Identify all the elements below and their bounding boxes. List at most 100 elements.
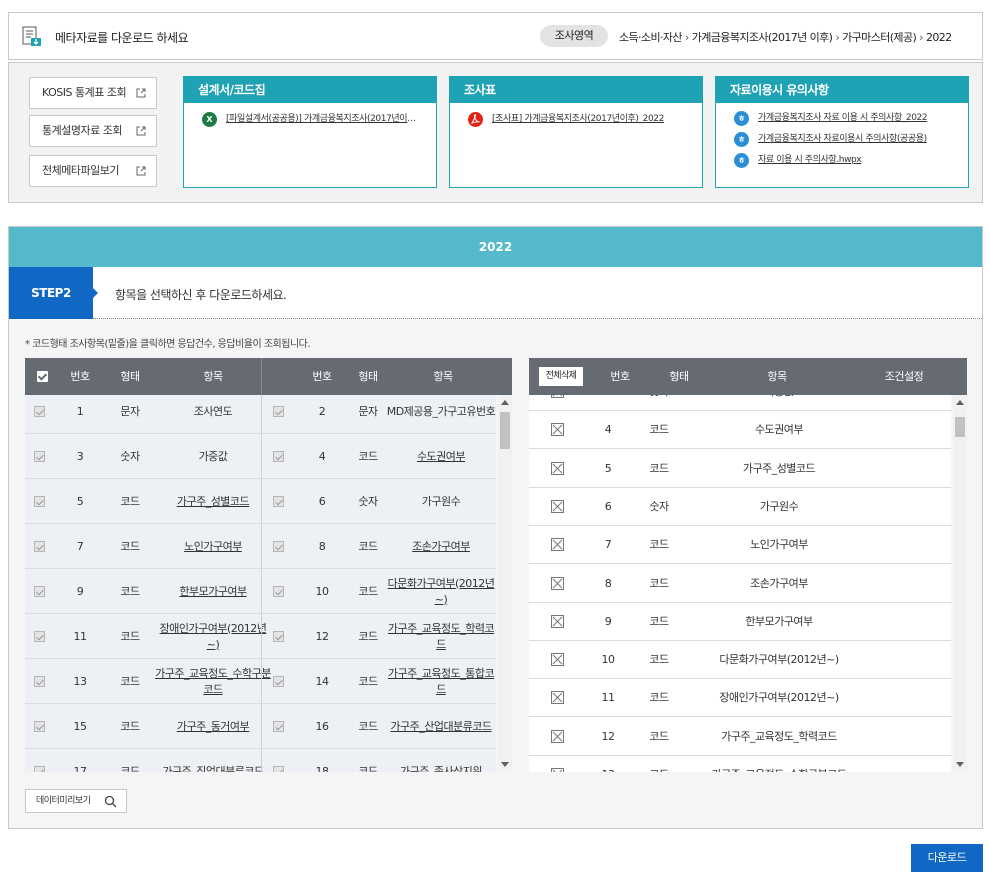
- scroll-up-icon[interactable]: [501, 400, 509, 405]
- item-checkbox[interactable]: [34, 676, 45, 687]
- scroll-down-icon[interactable]: [956, 762, 964, 767]
- table-row[interactable]: 13 코드 가구주_교육정도_수학구분코드 14 코드 가구주_교육정도_통합코드: [25, 659, 496, 704]
- kosis-table-button[interactable]: KOSIS 통계표 조회: [29, 77, 157, 109]
- scroll-up-icon[interactable]: [956, 400, 964, 405]
- card-title: 조사표: [450, 77, 702, 103]
- excel-file-icon: X: [202, 112, 217, 127]
- item-checkbox[interactable]: [34, 541, 45, 552]
- remove-item-icon[interactable]: [551, 691, 564, 705]
- remove-item-icon[interactable]: [551, 614, 564, 628]
- table-row[interactable]: 5 코드 가구주_성별코드 6 숫자 가구원수: [25, 479, 496, 524]
- table-header: 전체삭제 번호 형태 항목 조건설정: [529, 358, 967, 395]
- table-row[interactable]: 11 코드 장애인가구여부(2012년~) 12 코드 가구주_교육정도_학력코드: [25, 614, 496, 659]
- item-code-link[interactable]: 가구주_교육정도_학력코드: [385, 614, 496, 659]
- item-number: 17: [73, 764, 88, 773]
- file-link[interactable]: 자료 이용 시 주의사항.hwpx: [758, 152, 952, 168]
- item-checkbox[interactable]: [273, 631, 284, 642]
- file-link[interactable]: [조사표] 가계금융복지조사(2017년이후)_2022: [492, 111, 684, 127]
- selected-item-no: 11: [601, 691, 616, 705]
- table-row[interactable]: 3 숫자 가중값 4 코드 수도권여부: [25, 434, 496, 479]
- item-code-link[interactable]: 수도권여부: [385, 434, 496, 479]
- remove-item-icon[interactable]: [551, 395, 564, 398]
- table-row[interactable]: 9 코드 한부모가구여부 10 코드 다문화가구여부(2012년~): [25, 569, 496, 614]
- hwp-file-icon: ㅎ: [734, 132, 749, 147]
- available-items-table: 번호 형태 항목 번호 형태 항목 1 문자 조사연도 2 문자 MD제공용_가구고유번호…: [25, 358, 512, 772]
- available-items-list[interactable]: 1 문자 조사연도 2 문자 MD제공용_가구고유번호 3 숫자 가중값 4 코드 수도권여부 5 코드 가…: [25, 395, 496, 772]
- item-number: 6: [318, 494, 326, 508]
- column-divider: [261, 434, 262, 478]
- left-scrollbar[interactable]: [498, 395, 512, 772]
- item-checkbox[interactable]: [34, 496, 45, 507]
- all-meta-files-button[interactable]: 전체메타파일보기: [29, 155, 157, 187]
- item-checkbox[interactable]: [34, 451, 45, 462]
- table-row[interactable]: 15 코드 가구주_동거여부 16 코드 가구주_산업대분류코드: [25, 704, 496, 749]
- file-link[interactable]: 가계금융복지조사 자료이용시 주의사항(공공용): [758, 131, 952, 147]
- meta-info-panel: KOSIS 통계표 조회 통계설명자료 조회 전체메타파일보기 설계서/코드집 …: [8, 62, 983, 203]
- download-button[interactable]: 다운로드: [911, 844, 983, 872]
- item-checkbox[interactable]: [34, 721, 45, 732]
- selected-item-item: 가구주_교육정도_학력코드: [721, 729, 837, 743]
- breadcrumb-item[interactable]: 가구마스터(제공): [842, 31, 917, 44]
- select-all-checkbox[interactable]: [37, 371, 48, 382]
- data-preview-button[interactable]: 데이터미리보기: [25, 789, 127, 813]
- table-row[interactable]: 7 코드 노인가구여부 8 코드 조손가구여부: [25, 524, 496, 569]
- stat-description-button[interactable]: 통계설명자료 조회: [29, 115, 157, 147]
- remove-item-icon[interactable]: [551, 538, 564, 552]
- item-name: MD제공용_가구고유번호: [386, 404, 496, 418]
- remove-item-icon[interactable]: [551, 653, 564, 667]
- item-checkbox[interactable]: [34, 406, 45, 417]
- item-checkbox[interactable]: [273, 721, 284, 732]
- item-code-link[interactable]: 가구주_교육정도_통합코드: [385, 659, 496, 704]
- external-link-icon: [136, 126, 146, 136]
- col-header: 번호: [312, 370, 332, 383]
- item-checkbox[interactable]: [273, 541, 284, 552]
- item-checkbox[interactable]: [273, 496, 284, 507]
- external-link-icon: [136, 88, 146, 98]
- scroll-thumb[interactable]: [955, 417, 965, 437]
- button-label: KOSIS 통계표 조회: [42, 86, 127, 99]
- item-checkbox[interactable]: [34, 766, 45, 772]
- item-checkbox[interactable]: [273, 766, 284, 772]
- item-code-link[interactable]: 가구주_산업대분류코드: [385, 704, 496, 749]
- item-code-link[interactable]: 가구주_종사상지위: [385, 749, 496, 773]
- item-code-link[interactable]: 한부모가구여부: [155, 569, 271, 614]
- breadcrumb-item[interactable]: 가계금융복지조사(2017년 이후): [692, 31, 833, 44]
- item-checkbox[interactable]: [34, 586, 45, 597]
- item-code-link[interactable]: 조손가구여부: [385, 524, 496, 569]
- selected-item-no: 5: [604, 461, 612, 475]
- scroll-thumb[interactable]: [500, 412, 510, 449]
- right-scrollbar[interactable]: [953, 395, 967, 772]
- remove-item-icon[interactable]: [551, 729, 564, 743]
- scroll-down-icon[interactable]: [501, 762, 509, 767]
- delete-all-button[interactable]: 전체삭제: [539, 367, 583, 386]
- item-code-link[interactable]: 노인가구여부: [155, 524, 271, 569]
- item-checkbox[interactable]: [273, 406, 284, 417]
- file-link[interactable]: [파일설계서(공공용)] 가계금융복지조사(2017년이후)_가구마스터(제공)…: [226, 111, 418, 127]
- selected-row: 10 코드 다문화가구여부(2012년~): [529, 641, 951, 680]
- remove-item-icon[interactable]: [551, 576, 564, 590]
- item-checkbox[interactable]: [273, 676, 284, 687]
- remove-item-icon[interactable]: [551, 499, 564, 513]
- table-row[interactable]: 1 문자 조사연도 2 문자 MD제공용_가구고유번호: [25, 395, 496, 434]
- selected-item-item: 노인가구여부: [750, 538, 808, 552]
- item-checkbox[interactable]: [273, 586, 284, 597]
- selected-items-list[interactable]: 3숫자가중값4코드수도권여부5코드가구주_성별코드6숫자가구원수7코드노인가구여…: [529, 395, 951, 772]
- item-code-link[interactable]: 가구주_동거여부: [155, 704, 271, 749]
- file-link[interactable]: 가계금융복지조사 자료 이용 시 주의사항_2022: [758, 110, 952, 126]
- item-code-link[interactable]: 가구주_교육정도_수학구분코드: [155, 659, 271, 704]
- remove-item-icon[interactable]: [551, 768, 564, 772]
- item-checkbox[interactable]: [34, 631, 45, 642]
- remove-item-icon[interactable]: [551, 461, 564, 475]
- remove-item-icon[interactable]: [551, 423, 564, 437]
- item-code-link[interactable]: 가구주_직업대분류코드: [155, 749, 271, 773]
- item-code-link[interactable]: 다문화가구여부(2012년~): [385, 569, 496, 614]
- item-checkbox[interactable]: [273, 451, 284, 462]
- table-row[interactable]: 17 코드 가구주_직업대분류코드 18 코드 가구주_종사상지위: [25, 749, 496, 772]
- item-type: 코드: [120, 629, 140, 643]
- selected-item-item: 수도권여부: [754, 423, 804, 437]
- selected-item-item: 가구원수: [759, 499, 799, 513]
- item-code-link[interactable]: 가구주_성별코드: [155, 479, 271, 524]
- breadcrumb-item[interactable]: 2022: [926, 31, 952, 44]
- item-code-link[interactable]: 장애인가구여부(2012년~): [155, 614, 271, 659]
- breadcrumb-item[interactable]: 소득·소비·자산: [619, 31, 683, 44]
